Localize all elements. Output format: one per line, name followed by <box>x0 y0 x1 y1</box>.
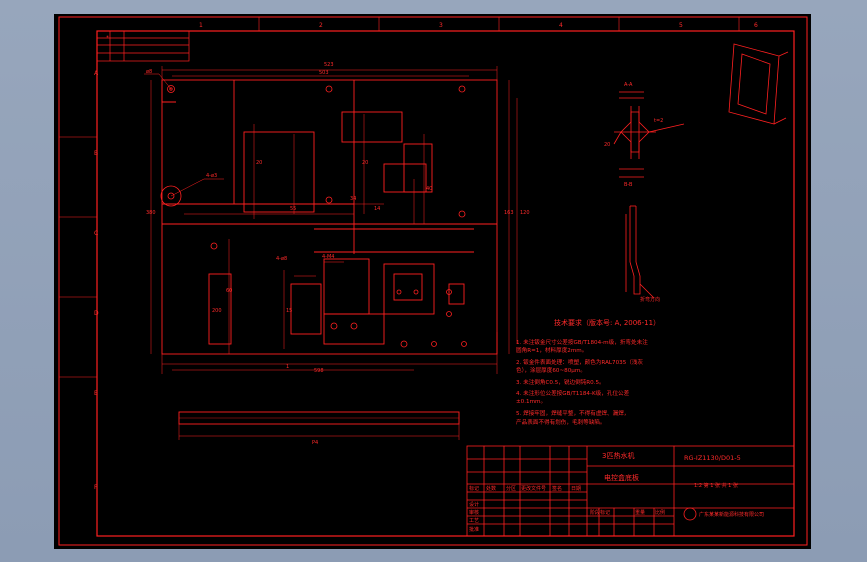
drawing-canvas: 1 2 3 4 5 6 A B C D E F ø8 523 503 380 1… <box>58 16 808 546</box>
row-label: 工艺 <box>469 518 479 524</box>
row-label: 审核 <box>469 509 479 516</box>
dimension-text: 34 <box>350 196 356 202</box>
cad-viewport[interactable]: 1 2 3 4 5 6 A B C D E F ø8 523 503 380 1… <box>54 14 811 549</box>
dimension-text: 598 <box>314 368 324 374</box>
dimension-text: 120 <box>520 210 530 216</box>
hole-callout: 4-ø8 <box>276 256 287 262</box>
header-cell: 日期 <box>571 486 581 492</box>
requirement-line: 圆角R=1，材料厚度2mm。 <box>516 346 587 354</box>
dimension-text: 503 <box>319 70 329 76</box>
col-marker: 1 <box>199 22 203 29</box>
dimension-text: 14 <box>374 206 380 212</box>
tech-requirements: 技术要求（版本号: A, 2006-11） 1. 未注钣金尺寸公差按GB/T18… <box>516 318 660 426</box>
col-marker: 3 <box>439 22 443 29</box>
requirement-line: 2. 钣金件表面处理：喷塑，颜色为RAL7035（浅灰 <box>516 358 643 366</box>
requirement-line: 5. 焊接牢固，焊缝平整，不得有虚焊、漏焊， <box>516 409 629 417</box>
dimension-text: 60 <box>226 288 232 294</box>
side-view <box>625 205 655 299</box>
col-marker: 6 <box>754 22 758 29</box>
row-marker: E <box>94 390 98 397</box>
dimension-text: 55 <box>290 206 296 212</box>
row-marker: C <box>94 230 98 237</box>
row-label: 设计 <box>469 501 479 508</box>
dimension-text: t=2 <box>654 118 663 124</box>
requirement-line: 1. 未注钣金尺寸公差按GB/T1804-m级，折弯处未注 <box>516 338 648 346</box>
hole-callout: 4-M4 <box>322 254 334 260</box>
hole-callout: 4-ø3 <box>206 173 217 179</box>
header-cell: 标记 <box>469 485 479 492</box>
weight-label: 重量 <box>635 509 645 516</box>
scale-text: 1:2 第 1 张 共 1 张 <box>694 482 738 489</box>
dimension-text: 15 <box>286 308 292 314</box>
dimension-text: 163 <box>504 210 514 216</box>
dimension-text: 523 <box>324 62 334 68</box>
dimension-text: 200 <box>212 308 222 314</box>
col-marker: 5 <box>679 22 683 29</box>
drawing-number: RG-IZ1130/D01-5 <box>684 454 741 462</box>
main-view: ø8 523 503 380 163 120 34 14 598 1 20 20… <box>144 62 530 374</box>
dimension-text: 20 <box>604 142 610 148</box>
hole-callout: ø8 <box>146 69 152 75</box>
requirement-line: ±0.1mm。 <box>516 399 546 405</box>
grid-markers: 1 2 3 4 5 6 A B C D E F <box>59 17 758 491</box>
product-name: 3匹热水机 <box>602 451 634 460</box>
part-name: 电控盒底板 <box>604 473 639 482</box>
requirement-line: 3. 未注倒角C0.5，锐边倒钝R0.5。 <box>516 378 605 386</box>
row-label: 批准 <box>469 526 479 533</box>
header-cell: 签名 <box>552 485 562 492</box>
row-marker: B <box>94 150 98 157</box>
dimension-text: 380 <box>146 210 156 216</box>
title-block: 3匹热水机 电控盒底板 RG-IZ1130/D01-5 1:2 第 1 张 共 … <box>466 445 795 537</box>
stage-label: 阶段标记 <box>590 509 610 516</box>
header-cell: 处数 <box>486 485 496 492</box>
section-label: B-B <box>624 182 633 188</box>
company-name: 广东某某新能源科技有限公司 <box>699 511 764 518</box>
row-marker: A <box>94 70 99 77</box>
dimension-text: 1 <box>286 364 289 370</box>
col-marker: 2 <box>319 22 323 29</box>
dimension-text: 20 <box>256 160 262 166</box>
bottom-view: P4 <box>178 411 460 446</box>
section-label: A-A <box>624 82 633 88</box>
header-cell: 更改文件号 <box>521 485 546 492</box>
dimension-text: 20 <box>362 160 368 166</box>
row-marker: F <box>94 484 98 491</box>
revision-block <box>96 30 190 62</box>
col-marker: 4 <box>559 22 563 29</box>
dimension-text: 40 <box>426 186 432 192</box>
tech-requirements-title: 技术要求（版本号: A, 2006-11） <box>554 318 660 327</box>
bend-callout: 折弯方向 <box>640 296 660 303</box>
requirement-line: 4. 未注形位公差按GB/T1184-K级，孔位公差 <box>516 389 630 397</box>
requirement-line: 色），涂层厚度60~80μm。 <box>516 366 586 374</box>
row-marker: D <box>94 310 99 317</box>
section-view: A-A t=2 20 B-B <box>604 82 685 188</box>
header-cell: 分区 <box>506 485 516 492</box>
isometric-thumbnail <box>728 43 789 125</box>
ratio-label: 比例 <box>655 509 665 516</box>
requirement-line: 产品表面不得有划伤，毛刺等缺陷。 <box>516 418 606 426</box>
dimension-text: P4 <box>312 440 318 446</box>
